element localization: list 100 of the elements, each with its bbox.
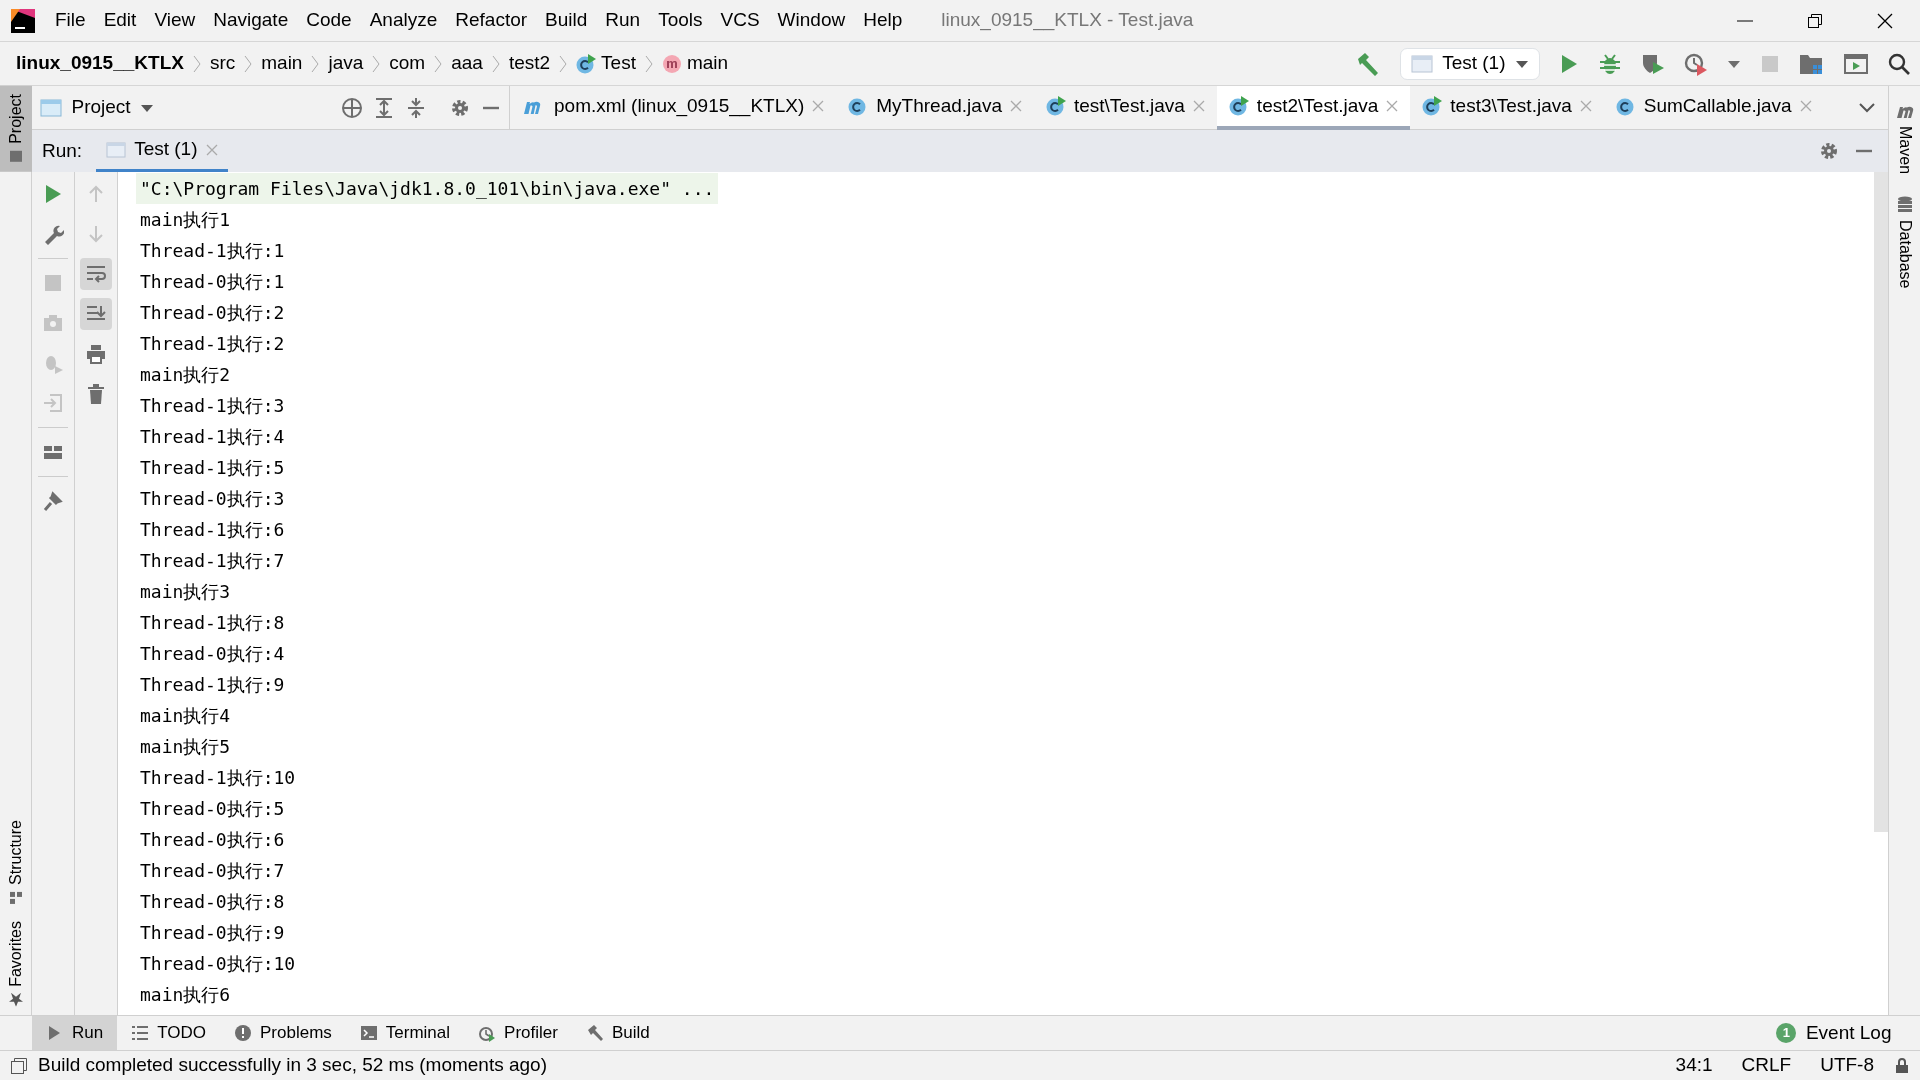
search-icon[interactable]	[1886, 51, 1911, 76]
menu-item[interactable]: File	[46, 6, 95, 35]
output-line: main执行1	[139, 208, 232, 232]
menu-item[interactable]: Edit	[94, 6, 146, 35]
menu-item[interactable]: Navigate	[204, 6, 298, 35]
terminal-icon	[359, 1024, 378, 1042]
hammer-icon	[585, 1024, 604, 1042]
window-run-icon[interactable]	[1843, 52, 1868, 75]
collapse-all-icon[interactable]	[405, 96, 427, 119]
project-view-dropdown[interactable]: Project	[40, 93, 331, 122]
settings-icon[interactable]	[1818, 140, 1840, 162]
window-icon	[1410, 54, 1433, 73]
dropdown-caret-icon	[1515, 58, 1529, 69]
editor-tab[interactable]: pom.xml (linux_0915__KTLX)	[510, 86, 837, 130]
editor-tab[interactable]: test3\Test.java	[1410, 86, 1604, 130]
editor-tab[interactable]: test\Test.java	[1033, 86, 1217, 130]
clock-run-icon	[478, 1024, 497, 1042]
output-line: Thread-1执行:4	[139, 425, 286, 449]
dropdown-caret-icon	[140, 102, 155, 113]
editor-tab[interactable]: SumCallable.java	[1603, 86, 1824, 130]
breadcrumb[interactable]: src	[209, 49, 236, 78]
menu-item[interactable]: VCS	[711, 6, 769, 35]
menu-item[interactable]: Tools	[649, 6, 712, 35]
run-config-dropdown[interactable]: Test (1)	[1400, 47, 1540, 80]
cursor-position[interactable]: 34:1	[1675, 1051, 1713, 1080]
tool-window-tab[interactable]: Terminal	[345, 1015, 465, 1051]
star-icon	[9, 993, 23, 1007]
editor-tab[interactable]: MyThread.java	[836, 86, 1034, 130]
crosshair-icon[interactable]	[341, 96, 363, 119]
output-line: Thread-0执行:9	[139, 921, 286, 945]
editor-tab[interactable]: test2\Test.java	[1216, 86, 1411, 130]
tool-window-tab[interactable]: Profiler	[464, 1015, 572, 1051]
output-line: main执行2	[139, 363, 232, 387]
close-icon[interactable]	[1386, 100, 1399, 112]
output-line: Thread-1执行:9	[139, 673, 286, 697]
chevron-icon	[490, 53, 501, 74]
chevron-icon	[310, 53, 321, 74]
output-line: Thread-0执行:7	[139, 859, 286, 883]
close-icon[interactable]	[1799, 100, 1812, 112]
output-line: main执行5	[139, 735, 232, 759]
menu-item[interactable]: Refactor	[446, 6, 537, 35]
close-icon	[1877, 12, 1893, 29]
soft-wrap-icon[interactable]	[85, 263, 107, 285]
chevron-icon	[371, 53, 382, 74]
trash-icon[interactable]	[85, 383, 107, 405]
tool-window-tab[interactable]: TODO	[117, 1015, 220, 1051]
output-line: Thread-1执行:10	[139, 766, 297, 790]
breadcrumb[interactable]: Test	[576, 49, 636, 78]
file-encoding[interactable]: UTF-8	[1820, 1051, 1874, 1080]
tool-window-tab[interactable]: Run	[32, 1015, 118, 1051]
output-line: Thread-0执行:3	[139, 487, 286, 511]
chevron-icon	[191, 53, 202, 74]
print-icon[interactable]	[85, 343, 107, 365]
output-line: main执行4	[139, 704, 232, 728]
menu-item[interactable]: View	[145, 6, 205, 35]
breadcrumb[interactable]: main	[661, 49, 729, 78]
output-line: Thread-0执行:8	[139, 890, 286, 914]
clock-run-icon[interactable]	[1683, 51, 1708, 76]
line-separator[interactable]: CRLF	[1741, 1051, 1792, 1080]
close-icon[interactable]	[812, 100, 825, 112]
tool-window-tab[interactable]: Build	[571, 1015, 664, 1051]
output-line: Thread-1执行:6	[139, 518, 286, 542]
scrollbar[interactable]	[1874, 172, 1888, 832]
menu-item[interactable]: Code	[297, 6, 361, 35]
panel-toggle-icon[interactable]	[10, 1056, 28, 1075]
tool-window-button[interactable]: Favorites	[0, 913, 32, 1015]
menu-item[interactable]: Analyze	[360, 6, 447, 35]
breadcrumb[interactable]: linux_0915__KTLX	[16, 49, 184, 78]
close-icon[interactable]	[1192, 100, 1205, 112]
breadcrumb[interactable]: test2	[508, 49, 551, 78]
breadcrumb[interactable]: aaa	[451, 49, 483, 78]
method-icon	[661, 53, 682, 74]
menu-item[interactable]: Window	[768, 6, 855, 35]
runnable-class-icon	[576, 53, 597, 74]
output-line: Thread-1执行:1	[139, 239, 286, 263]
tool-window-button[interactable]: Structure	[0, 812, 32, 914]
tool-window-button[interactable]: Maven	[1888, 98, 1920, 179]
menu-item[interactable]: Build	[536, 6, 597, 35]
close-icon[interactable]	[1579, 100, 1592, 112]
breadcrumb[interactable]: java	[328, 49, 364, 78]
tool-window-tab[interactable]: Problems	[220, 1015, 346, 1051]
tool-window-button[interactable]: Project	[0, 86, 32, 172]
restore-icon	[1807, 12, 1823, 29]
close-icon[interactable]	[1009, 100, 1022, 112]
chevron-down-icon[interactable]	[1858, 102, 1876, 114]
folder-icon	[9, 149, 23, 164]
breadcrumb[interactable]: main	[261, 49, 303, 78]
menu-item[interactable]: Run	[596, 6, 650, 35]
output-line: Thread-1执行:2	[139, 332, 286, 356]
dropdown-caret-icon[interactable]	[1726, 58, 1741, 69]
breadcrumb[interactable]: com	[389, 49, 426, 78]
menu-item[interactable]: Help	[854, 6, 912, 35]
output-line: main执行6	[139, 983, 232, 1007]
lock-icon[interactable]	[1894, 1057, 1910, 1074]
event-log-button[interactable]: 1 Event Log	[1776, 1018, 1920, 1048]
close-icon[interactable]	[205, 143, 218, 156]
output-line: Thread-1执行:7	[139, 549, 286, 573]
pin-icon[interactable]	[42, 490, 64, 512]
expand-all-icon[interactable]	[373, 96, 395, 119]
tool-window-button[interactable]: Database	[1888, 192, 1920, 293]
